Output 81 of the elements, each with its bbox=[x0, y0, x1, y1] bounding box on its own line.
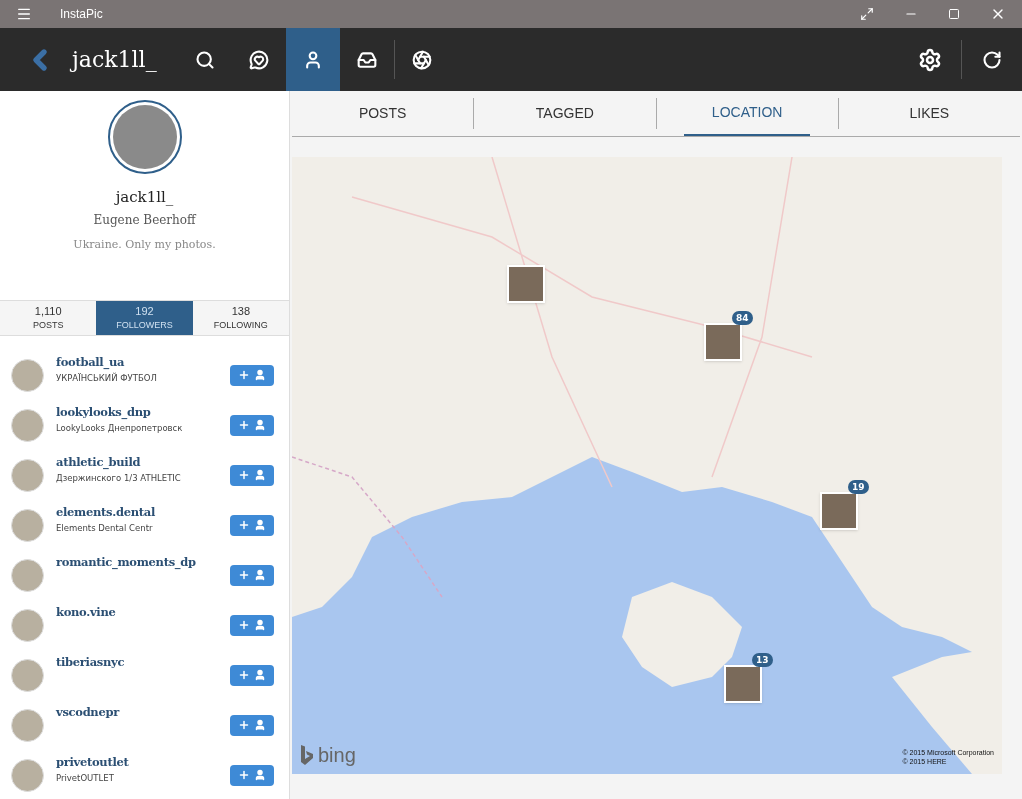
heart-bubble-icon bbox=[249, 49, 269, 70]
photo-count-badge: 13 bbox=[752, 653, 773, 667]
avatar-placeholder bbox=[11, 708, 44, 742]
plus-icon bbox=[238, 569, 250, 582]
tab[interactable]: TAGGED bbox=[507, 91, 622, 136]
follower-name: PrivetOUTLET bbox=[56, 771, 115, 785]
maximize-icon[interactable] bbox=[948, 8, 960, 20]
follower-username[interactable]: romantic_moments_dp bbox=[56, 554, 230, 572]
person-icon bbox=[254, 569, 266, 582]
follow-button[interactable] bbox=[230, 614, 274, 636]
window-title: InstaPic bbox=[60, 6, 103, 23]
follower-username[interactable]: elements.dental bbox=[56, 504, 230, 522]
tab[interactable]: POSTS bbox=[330, 91, 435, 136]
follow-button[interactable] bbox=[230, 514, 274, 536]
profile-username: jack1ll_ bbox=[115, 187, 174, 208]
follower-username[interactable]: privetoutlet bbox=[56, 754, 230, 772]
follower-name: Elements Dental Centr bbox=[56, 521, 154, 535]
plus-icon bbox=[238, 419, 250, 432]
refresh-icon bbox=[982, 49, 1002, 70]
photo-placeholder[interactable] bbox=[820, 492, 858, 530]
person-icon bbox=[254, 669, 266, 682]
photo-count-badge: 84 bbox=[732, 311, 753, 325]
person-icon bbox=[254, 619, 266, 632]
avatar-placeholder bbox=[11, 458, 44, 492]
person-icon bbox=[254, 369, 266, 382]
follower-name: Дзержинского 1/3 ATHLETIC bbox=[56, 471, 182, 485]
plus-icon bbox=[238, 469, 250, 482]
follow-button[interactable] bbox=[230, 664, 274, 686]
avatar-placeholder bbox=[11, 408, 44, 442]
photo-placeholder[interactable] bbox=[507, 265, 545, 303]
search-icon bbox=[195, 49, 215, 70]
follow-button[interactable] bbox=[230, 414, 274, 436]
follower-username[interactable]: athletic_build bbox=[56, 454, 230, 472]
person-icon bbox=[303, 49, 323, 70]
tab[interactable]: LIKES bbox=[881, 91, 978, 136]
menu-icon[interactable] bbox=[16, 6, 32, 22]
stats-tab[interactable]: 192 FOLLOWERS bbox=[96, 301, 193, 336]
follower-username[interactable]: tiberiasnyc bbox=[56, 654, 230, 672]
follower-username[interactable]: kono.vine bbox=[56, 604, 230, 622]
follow-button[interactable] bbox=[230, 364, 274, 386]
photo-placeholder[interactable] bbox=[704, 323, 742, 361]
tab[interactable]: LOCATION bbox=[683, 91, 811, 136]
person-icon bbox=[254, 419, 266, 432]
person-icon bbox=[254, 469, 266, 482]
photo-placeholder[interactable] bbox=[724, 665, 762, 703]
map-logo: bing bbox=[318, 745, 356, 765]
plus-icon bbox=[238, 369, 250, 382]
plus-icon bbox=[238, 769, 250, 782]
avatar-placeholder bbox=[11, 758, 44, 792]
profile-bio: Ukraine. Only my photos. bbox=[73, 236, 216, 253]
avatar-placeholder bbox=[11, 358, 44, 392]
plus-icon bbox=[238, 619, 250, 632]
follower-name: LookyLooks Днепропетровск bbox=[56, 421, 184, 435]
follower-name: УКРАЇНСЬКИЙ ФУТБОЛ bbox=[56, 371, 158, 385]
plus-icon bbox=[238, 669, 250, 682]
bing-logo-icon bbox=[300, 744, 314, 766]
follower-username[interactable]: vscodnepr bbox=[56, 704, 230, 722]
avatar-placeholder bbox=[11, 508, 44, 542]
follow-button[interactable] bbox=[230, 764, 274, 786]
follower-username[interactable]: football_ua bbox=[56, 354, 230, 372]
plus-icon bbox=[238, 719, 250, 732]
person-icon bbox=[254, 719, 266, 732]
aperture-icon bbox=[412, 49, 432, 70]
avatar-placeholder bbox=[11, 658, 44, 692]
stats-tab[interactable]: 1,110 POSTS bbox=[0, 301, 97, 336]
follow-button[interactable] bbox=[230, 714, 274, 736]
avatar-placeholder bbox=[11, 558, 44, 592]
settings-icon bbox=[918, 47, 942, 72]
person-icon bbox=[254, 519, 266, 532]
follower-username[interactable]: lookylooks_dnp bbox=[56, 404, 230, 422]
photo-count-badge: 19 bbox=[848, 480, 869, 494]
follow-button[interactable] bbox=[230, 464, 274, 486]
avatar-placeholder bbox=[11, 608, 44, 642]
person-icon bbox=[254, 769, 266, 782]
fullscreen-icon[interactable] bbox=[860, 7, 874, 21]
plus-icon bbox=[238, 519, 250, 532]
inbox-icon bbox=[357, 49, 377, 70]
stats-tab[interactable]: 138 FOLLOWING bbox=[192, 301, 289, 336]
toolbar-username: jack1ll_ bbox=[72, 46, 158, 74]
profile-full-name: Eugene Beerhoff bbox=[93, 211, 196, 229]
follow-button[interactable] bbox=[230, 564, 274, 586]
